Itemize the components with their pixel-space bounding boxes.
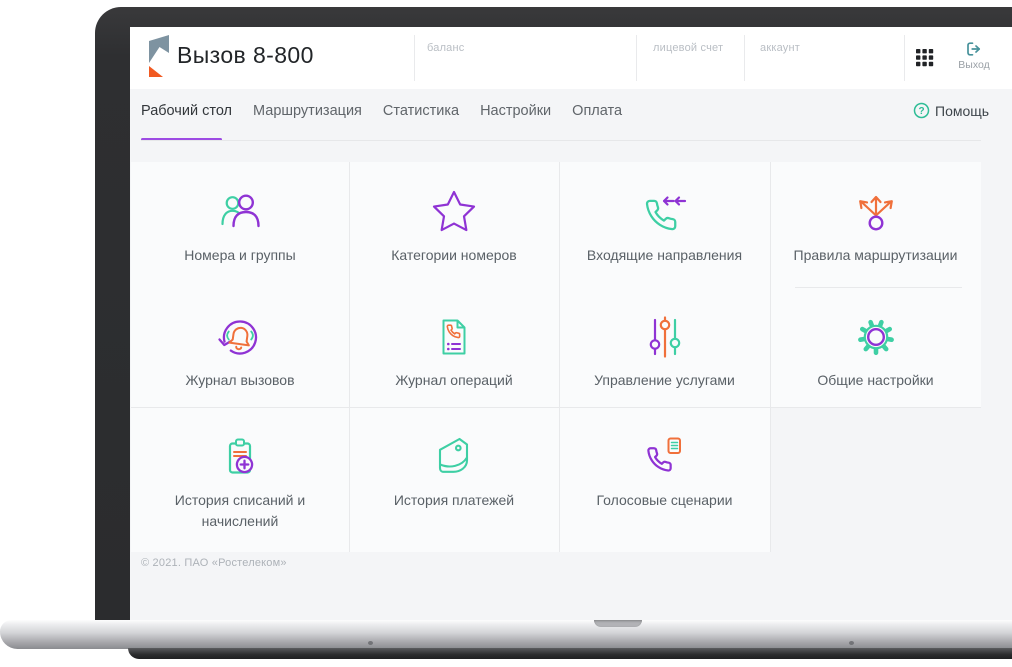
logout-button[interactable]: Выход	[950, 40, 998, 71]
tab-payment[interactable]: Оплата	[572, 103, 622, 119]
logout-label: Выход	[958, 59, 990, 71]
account-field-label: аккаунт	[760, 42, 800, 54]
help-link[interactable]: ? Помощь	[913, 102, 989, 119]
laptop-base	[0, 620, 1012, 649]
laptop-base-edge	[128, 648, 1012, 659]
nav-tabbar: Рабочий стол Маршрутизация Статистика На…	[130, 89, 1012, 141]
clipboard-plus-icon	[228, 438, 254, 474]
card-service-management[interactable]: Управление услугами	[559, 287, 770, 407]
call-log-icon	[218, 320, 258, 355]
app-screen: Вызов 8-800 баланс лицевой счет аккаунт	[130, 27, 1012, 620]
balance-field-label: баланс	[427, 42, 465, 54]
help-label: Помощь	[935, 102, 990, 119]
account-number-field-label: лицевой счет	[653, 42, 724, 54]
card-charges-history[interactable]: История списаний и начислений	[131, 407, 349, 552]
gear-icon	[857, 319, 894, 356]
operations-log-icon	[442, 319, 466, 355]
card-payments-history[interactable]: История платежей	[349, 407, 559, 552]
header-divider	[904, 35, 905, 81]
card-general-settings[interactable]: Общие настройки	[770, 287, 981, 407]
laptop-lid-notch	[594, 620, 642, 627]
routing-arrows-icon	[858, 195, 893, 231]
incoming-call-icon	[645, 196, 686, 231]
star-icon	[432, 190, 476, 232]
header-divider	[744, 35, 745, 81]
copyright-text: © 2021. ПАО «Ростелеком»	[141, 557, 287, 569]
svg-text:?: ?	[918, 106, 924, 117]
tabbar-divider	[141, 140, 981, 141]
card-voice-scenarios[interactable]: Голосовые сценарии	[559, 407, 770, 552]
header-divider	[414, 35, 415, 81]
logout-icon	[967, 42, 981, 56]
tab-statistics[interactable]: Статистика	[383, 103, 459, 119]
header-divider	[636, 35, 637, 81]
apps-grid-icon[interactable]	[916, 49, 934, 67]
grid-divider	[559, 162, 560, 552]
grid-divider	[349, 162, 350, 552]
wallet-icon	[438, 437, 469, 473]
card-call-log[interactable]: Журнал вызовов	[131, 287, 349, 407]
app-title: Вызов 8-800	[177, 42, 314, 68]
card-numbers-and-groups[interactable]: Номера и группы	[131, 162, 349, 287]
card-operations-log[interactable]: Журнал операций	[349, 287, 559, 407]
app-header: Вызов 8-800 баланс лицевой счет аккаунт	[130, 27, 1012, 90]
dashboard-grid: Номера и группы Категории номеров Входящ…	[131, 162, 981, 552]
tab-routing[interactable]: Маршрутизация	[253, 103, 362, 119]
card-routing-rules[interactable]: Правила маршрутизации	[770, 162, 981, 287]
people-group-icon	[221, 194, 260, 228]
laptop-foot-dot	[368, 641, 373, 645]
page-body: Рабочий стол Маршрутизация Статистика На…	[130, 89, 1012, 620]
laptop-foot-dot	[849, 641, 854, 645]
card-incoming-directions[interactable]: Входящие направления	[559, 162, 770, 287]
sliders-icon	[649, 316, 680, 358]
rostelecom-logo-icon	[146, 33, 172, 81]
empty-grid-area	[771, 408, 981, 552]
help-question-icon: ?	[913, 102, 930, 119]
tab-settings[interactable]: Настройки	[480, 103, 551, 119]
tab-dashboard[interactable]: Рабочий стол	[141, 103, 232, 119]
voice-scenario-icon	[646, 437, 681, 472]
card-number-categories[interactable]: Категории номеров	[349, 162, 559, 287]
grid-divider	[795, 287, 962, 288]
